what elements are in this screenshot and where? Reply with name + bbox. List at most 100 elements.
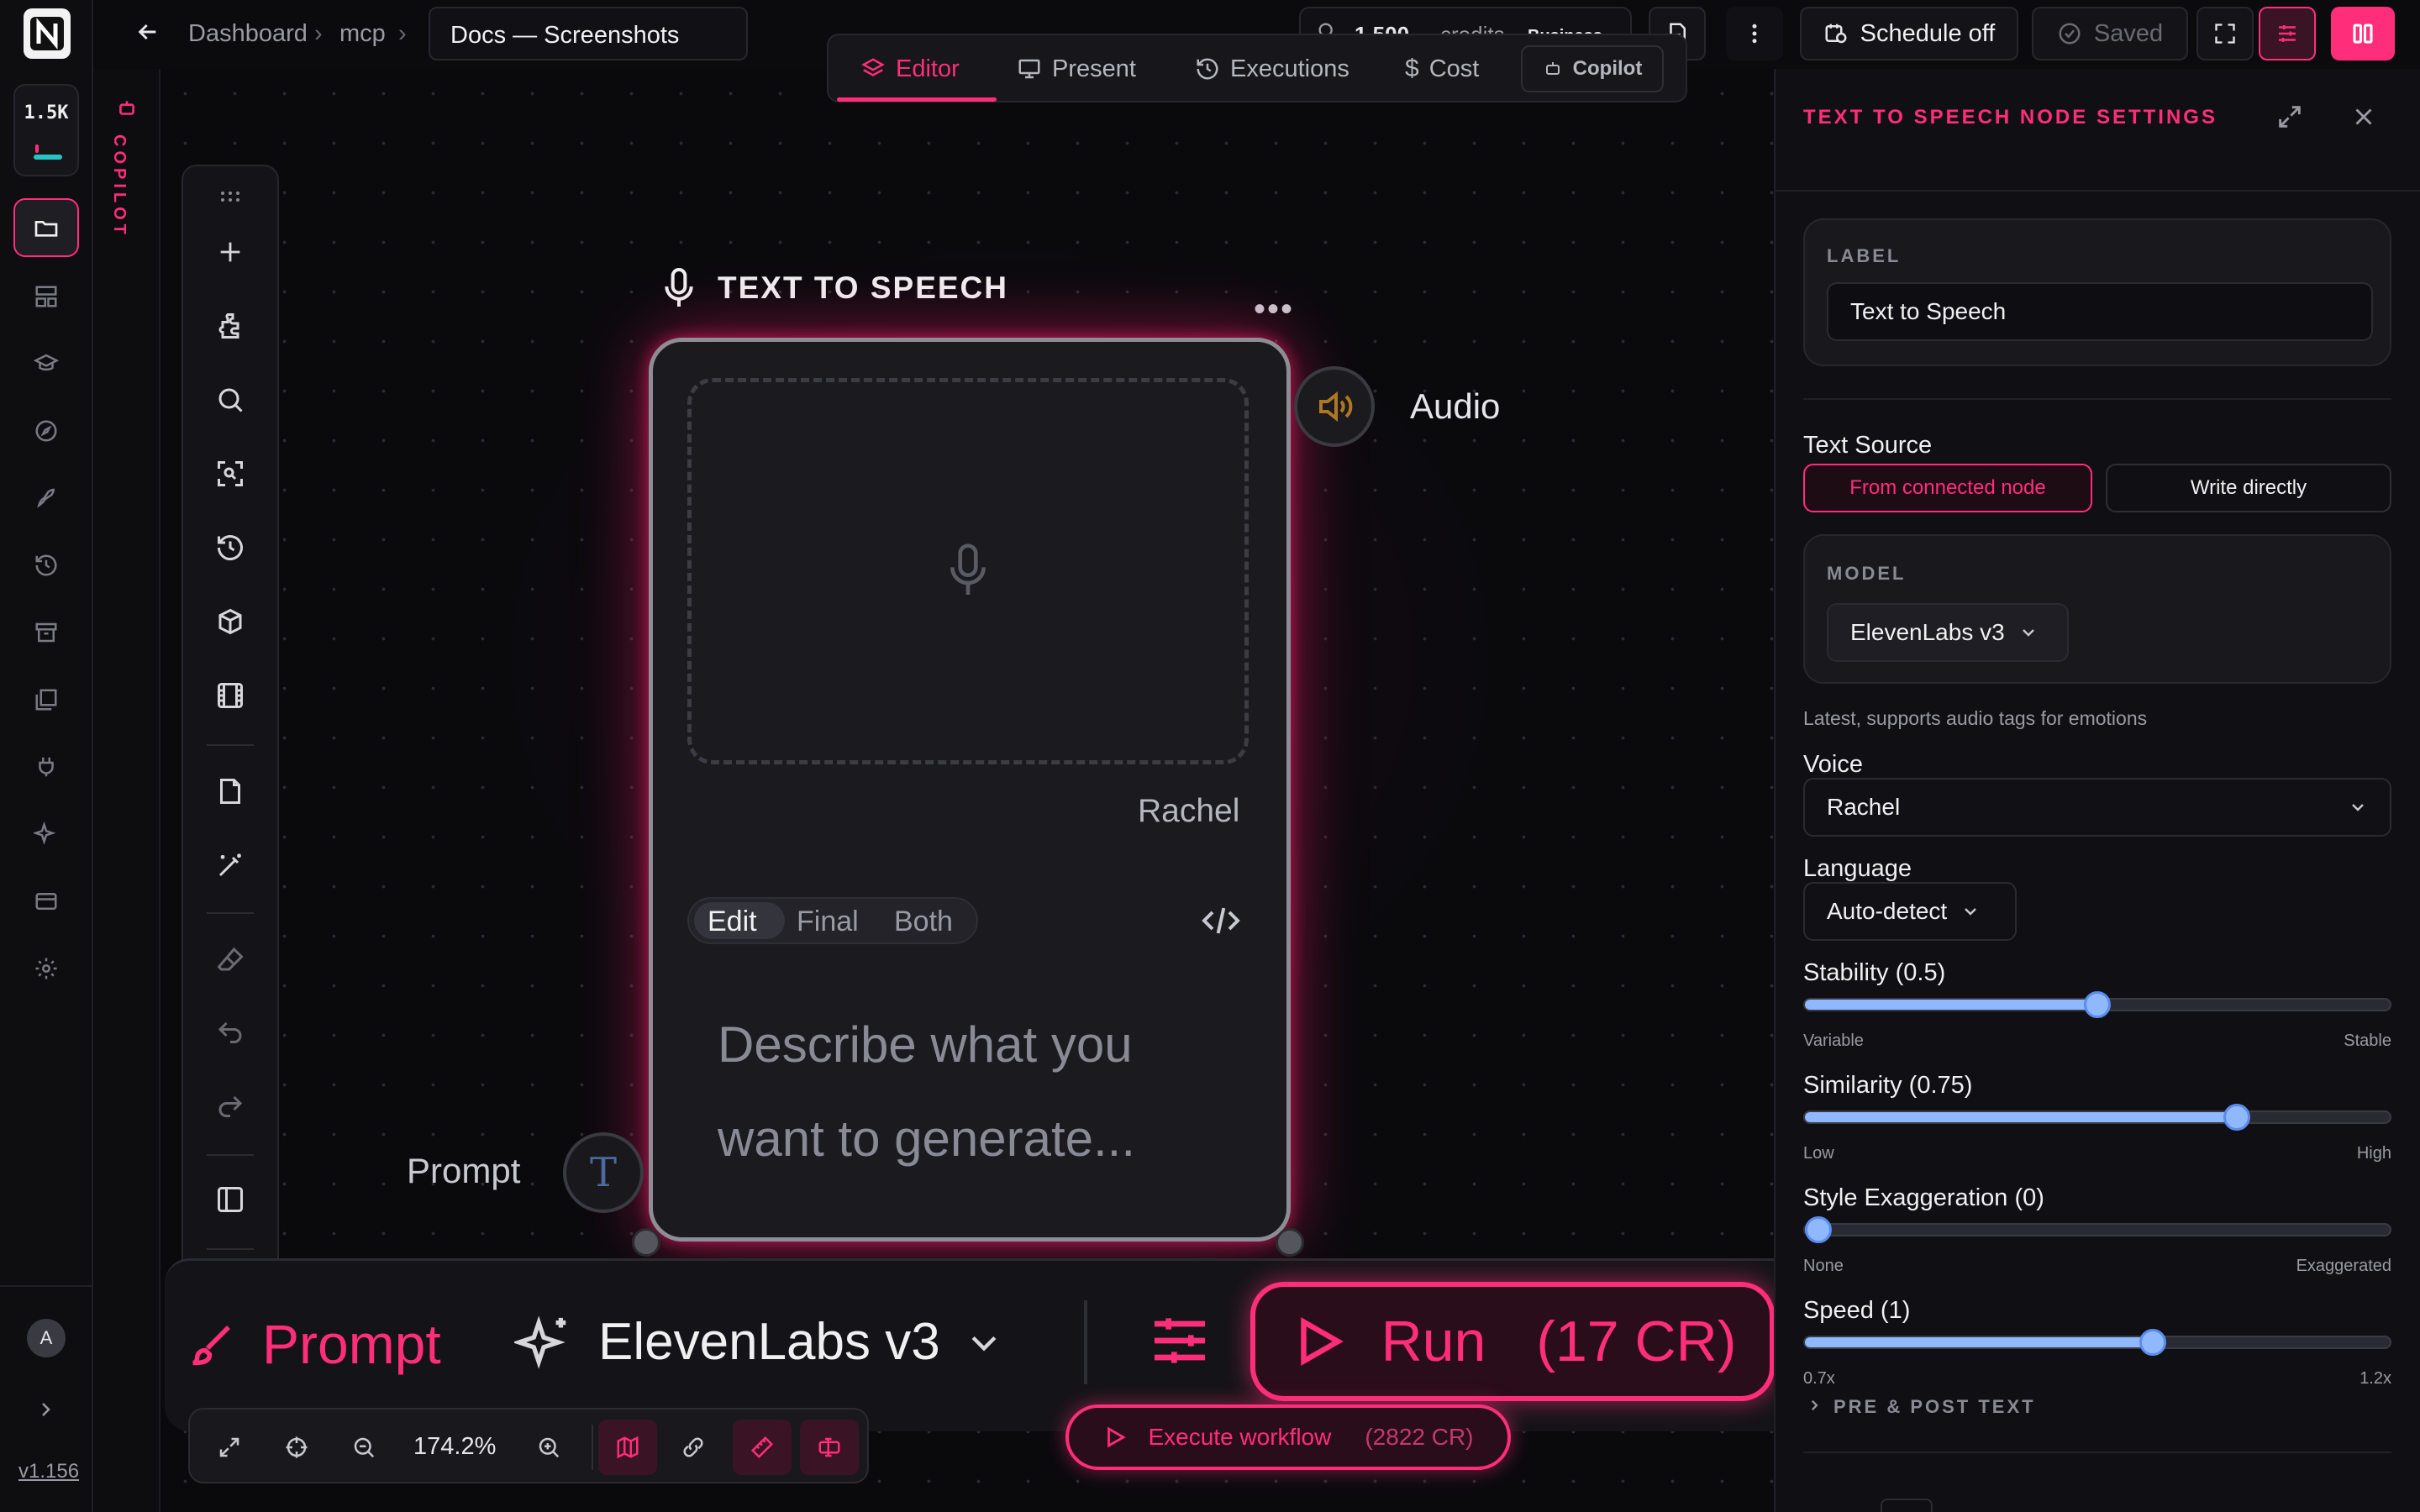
package-icon[interactable]	[183, 596, 277, 647]
note-icon[interactable]	[183, 766, 277, 816]
plugins-icon[interactable]	[183, 301, 277, 351]
slider-thumb[interactable]	[1805, 1216, 1832, 1243]
tab-editor[interactable]: Editor	[860, 45, 960, 92]
slider-thumb[interactable]	[2139, 1329, 2166, 1356]
node-menu-icon[interactable]: •••	[1254, 291, 1294, 328]
crosshair-icon[interactable]	[276, 1426, 318, 1468]
app-logo[interactable]	[24, 8, 71, 59]
search-icon[interactable]	[183, 375, 277, 425]
rail-billing-icon[interactable]	[13, 872, 79, 931]
resize-handle-left[interactable]	[632, 1228, 660, 1257]
rail-history-icon[interactable]	[13, 536, 79, 595]
magic-wand-icon[interactable]	[183, 840, 277, 890]
text-cursor-icon[interactable]	[800, 1420, 859, 1475]
slider-thumb[interactable]	[2084, 991, 2111, 1018]
rail-files-icon[interactable]	[13, 198, 79, 257]
node-prompt-input[interactable]: Describe what you want to generate...	[718, 998, 1239, 1186]
code-icon[interactable]	[1200, 904, 1242, 937]
drag-handle-icon[interactable]	[183, 171, 277, 222]
prompt-bar-prompt-button[interactable]: Prompt	[187, 1312, 441, 1376]
rail-ai-icon[interactable]	[13, 805, 79, 864]
rail-explore-icon[interactable]	[13, 402, 79, 460]
saved-status-button[interactable]: Saved	[2032, 7, 2188, 60]
breadcrumb-mcp[interactable]: mcp	[339, 20, 386, 48]
model-select[interactable]: ElevenLabs v3	[1827, 603, 2069, 662]
copilot-strip-label[interactable]: COPILOT	[109, 134, 129, 239]
expand-rail-icon[interactable]	[35, 1399, 55, 1420]
rail-archive-icon[interactable]	[13, 603, 79, 662]
style-exaggeration-slider[interactable]	[1803, 1216, 2391, 1243]
connection-icon[interactable]	[672, 1426, 714, 1468]
rail-gallery-icon[interactable]	[13, 670, 79, 729]
redo-icon[interactable]	[183, 1082, 277, 1132]
rail-integrations-icon[interactable]	[13, 738, 79, 796]
fullscreen-button[interactable]	[2196, 7, 2254, 60]
audio-output-placeholder	[687, 378, 1249, 764]
schedule-button[interactable]: Schedule off	[1800, 7, 2018, 60]
close-panel-icon[interactable]	[2349, 102, 2378, 131]
node-title[interactable]: TEXT TO SPEECH	[660, 265, 1008, 311]
label-caption: LABEL	[1827, 245, 1902, 266]
view-mode-final[interactable]: Final	[797, 906, 859, 938]
expand-panel-icon[interactable]	[2275, 102, 2304, 131]
undo-icon[interactable]	[183, 1008, 277, 1058]
similarity-slider[interactable]	[1803, 1104, 2391, 1131]
voice-select[interactable]: Rachel	[1803, 778, 2391, 837]
slider-thumb[interactable]	[2223, 1104, 2250, 1131]
more-options-button[interactable]	[1726, 7, 1783, 60]
rail-learn-icon[interactable]	[13, 334, 79, 393]
audio-output-label: Audio	[1410, 386, 1501, 426]
tab-copilot[interactable]: Copilot	[1521, 45, 1664, 92]
eraser-icon[interactable]	[183, 934, 277, 984]
add-node-icon[interactable]	[183, 227, 277, 277]
tab-present[interactable]: Present	[1017, 45, 1136, 92]
pre-post-text-toggle[interactable]: PRE & POST TEXT	[1833, 1396, 2036, 1418]
sidebar-panel-icon[interactable]	[183, 1174, 277, 1225]
model-selector[interactable]: ElevenLabs v3	[514, 1312, 1002, 1372]
zoom-out-icon[interactable]	[343, 1426, 385, 1468]
ruler-icon[interactable]	[733, 1420, 792, 1475]
rail-deploy-icon[interactable]	[13, 469, 79, 528]
film-icon[interactable]	[183, 670, 277, 721]
user-avatar[interactable]: A	[27, 1319, 66, 1357]
copilot-strip[interactable]	[93, 69, 160, 1512]
speed-slider[interactable]	[1803, 1329, 2391, 1356]
rail-templates-icon[interactable]	[13, 267, 79, 326]
minimap-icon[interactable]	[598, 1420, 657, 1475]
prompt-input-port[interactable]: T	[563, 1132, 644, 1213]
label-input[interactable]: Text to Speech	[1827, 282, 2373, 341]
tab-executions[interactable]: Executions	[1195, 45, 1349, 92]
text-source-connected-node[interactable]: From connected node	[1803, 464, 2092, 512]
resize-handle-right[interactable]	[1276, 1228, 1304, 1257]
view-mode-edit[interactable]: Edit	[708, 906, 757, 938]
copilot-bot-icon[interactable]	[116, 97, 138, 119]
document-title[interactable]: Docs — Screenshots	[429, 7, 748, 60]
language-select[interactable]: Auto-detect	[1803, 882, 2017, 941]
chevron-right-icon[interactable]	[1807, 1398, 1822, 1413]
credit-meter[interactable]: 1.5K	[13, 84, 79, 176]
execute-workflow-button[interactable]: Execute workflow (2822 CR)	[1065, 1404, 1511, 1470]
breadcrumb-separator: ›	[314, 20, 323, 47]
stability-label: Stability (0.5)	[1803, 959, 1946, 986]
history-icon[interactable]	[183, 522, 277, 573]
app-version[interactable]: v1.156	[18, 1460, 79, 1483]
text-source-write-directly[interactable]: Write directly	[2106, 464, 2391, 512]
prompt-bar-divider	[1084, 1300, 1087, 1384]
rail-settings-icon[interactable]	[13, 939, 79, 998]
layout-toggle-button[interactable]	[2331, 7, 2395, 60]
settings-panel-toggle[interactable]	[2259, 7, 2316, 60]
breadcrumb-dashboard[interactable]: Dashboard	[188, 20, 308, 48]
focus-search-icon[interactable]	[183, 449, 277, 499]
expand-icon[interactable]	[208, 1426, 250, 1468]
zoom-level[interactable]: 174.2%	[413, 1433, 496, 1461]
back-arrow-icon[interactable]	[134, 18, 161, 45]
audio-output-port[interactable]	[1294, 366, 1375, 447]
play-icon	[1289, 1312, 1348, 1371]
generation-settings-icon[interactable]	[1146, 1307, 1213, 1374]
tab-cost[interactable]: $ Cost	[1405, 45, 1479, 92]
model-select-value: ElevenLabs v3	[1850, 619, 2005, 645]
run-button[interactable]: Run (17 CR)	[1250, 1282, 1775, 1401]
view-mode-both[interactable]: Both	[894, 906, 953, 938]
zoom-in-icon[interactable]	[528, 1426, 570, 1468]
stability-slider[interactable]	[1803, 991, 2391, 1018]
